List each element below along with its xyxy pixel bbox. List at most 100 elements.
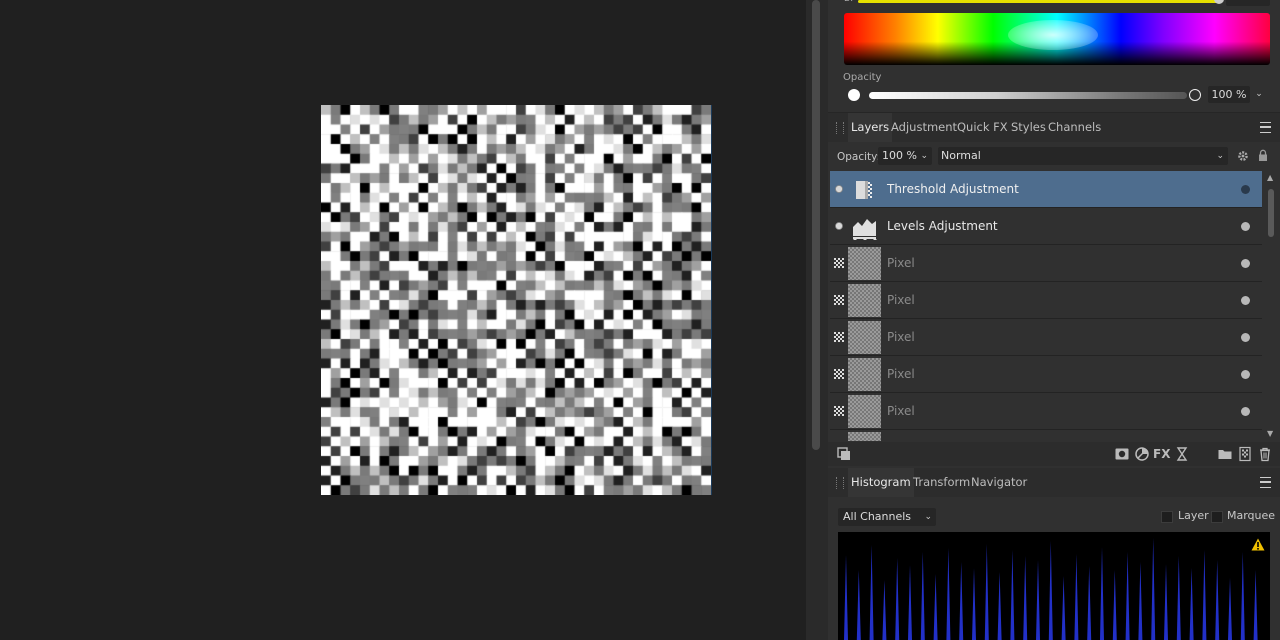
tab-channels[interactable]: Channels bbox=[1045, 113, 1104, 142]
layer-name[interactable]: Pixel bbox=[887, 282, 915, 319]
histogram-spike bbox=[933, 574, 938, 640]
layer-options-dot[interactable] bbox=[1241, 296, 1250, 305]
layer-row-pixel[interactable]: Pixel bbox=[830, 282, 1262, 319]
canvas-scrollbar-thumb[interactable] bbox=[812, 0, 820, 450]
layer-opacity-field[interactable]: 100 % ⌄ bbox=[878, 147, 932, 165]
tab-navigator[interactable]: Navigator bbox=[968, 468, 1030, 497]
panel-menu-icon[interactable] bbox=[1260, 477, 1271, 488]
tab-styles[interactable]: Styles bbox=[1008, 113, 1049, 142]
histogram-spike bbox=[1151, 538, 1156, 640]
layer-name[interactable]: Levels Adjustment bbox=[887, 208, 998, 245]
fx-icon[interactable]: FX bbox=[1153, 446, 1170, 462]
histogram-spike bbox=[1061, 576, 1066, 640]
histogram-spike bbox=[984, 544, 989, 640]
visibility-icon[interactable] bbox=[834, 184, 844, 194]
histogram-spike bbox=[1138, 562, 1143, 640]
histogram-spike bbox=[1010, 550, 1015, 640]
current-color-swatch[interactable] bbox=[848, 89, 860, 101]
panel-menu-icon[interactable] bbox=[1260, 122, 1271, 133]
lock-icon[interactable] bbox=[1258, 149, 1268, 162]
layer-options-dot[interactable] bbox=[1241, 185, 1250, 194]
blend-mode-value: Normal bbox=[941, 149, 981, 162]
levels-adjustment-icon bbox=[848, 210, 881, 243]
layers-studio-tabbar: Layers Adjustment Quick FX Styles Channe… bbox=[828, 112, 1280, 142]
histogram-spike bbox=[1100, 547, 1104, 640]
histogram-spike bbox=[1087, 566, 1092, 640]
layer-row-pixel[interactable]: Pixel bbox=[830, 319, 1262, 356]
tab-histogram[interactable]: Histogram bbox=[848, 468, 914, 497]
tab-transform[interactable]: Transform bbox=[910, 468, 973, 497]
gear-icon[interactable] bbox=[1237, 150, 1249, 162]
pixel-layer-thumbnail bbox=[848, 247, 881, 280]
blend-mode-select[interactable]: Normal ⌄ bbox=[938, 147, 1228, 165]
histogram-spikes bbox=[844, 538, 1258, 640]
histogram-spike bbox=[946, 548, 951, 640]
histogram-spike bbox=[1036, 560, 1040, 640]
visibility-icon[interactable] bbox=[834, 221, 844, 231]
color-channel-value[interactable]: 255 bbox=[1226, 0, 1270, 6]
layer-name[interactable]: Pixel bbox=[887, 245, 915, 282]
pixel-layer-thumbnail bbox=[848, 321, 881, 354]
layer-checkbox[interactable] bbox=[1161, 511, 1173, 523]
color-opacity-slider-knob[interactable] bbox=[1189, 89, 1201, 101]
pixel-layer-thumbnail bbox=[848, 432, 881, 441]
canvas-area[interactable] bbox=[0, 0, 806, 640]
histogram-spike bbox=[1240, 552, 1245, 640]
layer-options-dot[interactable] bbox=[1241, 333, 1250, 342]
color-opacity-field[interactable]: 100 % bbox=[1208, 86, 1250, 103]
warning-icon[interactable] bbox=[1251, 538, 1265, 551]
tab-quick-fx[interactable]: Quick FX bbox=[954, 113, 1011, 142]
layer-options-dot[interactable] bbox=[1241, 222, 1250, 231]
add-pixel-layer-icon[interactable] bbox=[1237, 446, 1253, 462]
layer-row-threshold[interactable]: Threshold Adjustment bbox=[830, 171, 1262, 208]
layer-row-pixel-partial[interactable] bbox=[830, 430, 1262, 441]
chevron-down-icon: ⌄ bbox=[924, 512, 932, 522]
layers-scrollbar-thumb[interactable] bbox=[1268, 189, 1274, 237]
layer-options-dot[interactable] bbox=[1241, 259, 1250, 268]
histogram-spike bbox=[856, 570, 861, 640]
layer-name[interactable]: Pixel bbox=[887, 319, 915, 356]
layer-row-pixel[interactable]: Pixel bbox=[830, 356, 1262, 393]
color-channel-slider-knob[interactable] bbox=[1214, 0, 1224, 4]
trash-icon[interactable] bbox=[1257, 446, 1273, 462]
tab-adjustment[interactable]: Adjustment bbox=[888, 113, 960, 142]
marquee-checkbox-label: Marquee bbox=[1227, 509, 1276, 522]
layer-name[interactable]: Threshold Adjustment bbox=[887, 171, 1019, 208]
live-filter-icon[interactable] bbox=[1174, 446, 1190, 462]
color-opacity-chevron-icon[interactable]: ⌄ bbox=[1252, 86, 1266, 103]
color-opacity-slider[interactable] bbox=[869, 92, 1187, 99]
layers-list[interactable]: Threshold Adjustment Levels Adjustment P… bbox=[830, 171, 1262, 441]
hidden-visibility-icon[interactable] bbox=[834, 406, 844, 416]
hidden-visibility-icon[interactable] bbox=[834, 295, 844, 305]
hidden-visibility-icon[interactable] bbox=[834, 369, 844, 379]
canvas-scrollbar[interactable] bbox=[806, 0, 828, 640]
mask-icon[interactable] bbox=[1114, 446, 1130, 462]
scroll-down-icon[interactable]: ▼ bbox=[1267, 429, 1273, 438]
copy-layers-icon[interactable] bbox=[836, 446, 852, 462]
color-channel-slider[interactable] bbox=[858, 0, 1220, 3]
layer-name[interactable]: Pixel bbox=[887, 393, 915, 430]
tab-layers[interactable]: Layers bbox=[848, 113, 893, 142]
histogram-spike bbox=[1176, 556, 1181, 640]
adjustment-icon[interactable] bbox=[1134, 446, 1150, 462]
layers-scrollbar[interactable]: ▲ ▼ bbox=[1264, 171, 1278, 441]
layer-name[interactable]: Pixel bbox=[887, 356, 915, 393]
panel-grip-icon[interactable] bbox=[836, 122, 844, 134]
layer-row-levels[interactable]: Levels Adjustment bbox=[830, 208, 1262, 245]
hidden-visibility-icon[interactable] bbox=[834, 258, 844, 268]
hidden-visibility-icon[interactable] bbox=[834, 332, 844, 342]
pixel-layer-thumbnail bbox=[848, 358, 881, 391]
channel-select[interactable]: All Channels ⌄ bbox=[838, 508, 936, 526]
folder-icon[interactable] bbox=[1217, 446, 1233, 462]
document-canvas[interactable] bbox=[321, 105, 711, 495]
layer-row-pixel[interactable]: Pixel bbox=[830, 393, 1262, 430]
histogram-spike bbox=[1023, 556, 1028, 640]
layer-options-dot[interactable] bbox=[1241, 407, 1250, 416]
histogram-spike bbox=[972, 568, 976, 640]
marquee-checkbox[interactable] bbox=[1211, 511, 1223, 523]
scroll-up-icon[interactable]: ▲ bbox=[1267, 173, 1273, 182]
layer-row-pixel[interactable]: Pixel bbox=[830, 245, 1262, 282]
histogram-spike bbox=[1228, 578, 1232, 640]
panel-grip-icon[interactable] bbox=[836, 477, 844, 489]
layer-options-dot[interactable] bbox=[1241, 370, 1250, 379]
